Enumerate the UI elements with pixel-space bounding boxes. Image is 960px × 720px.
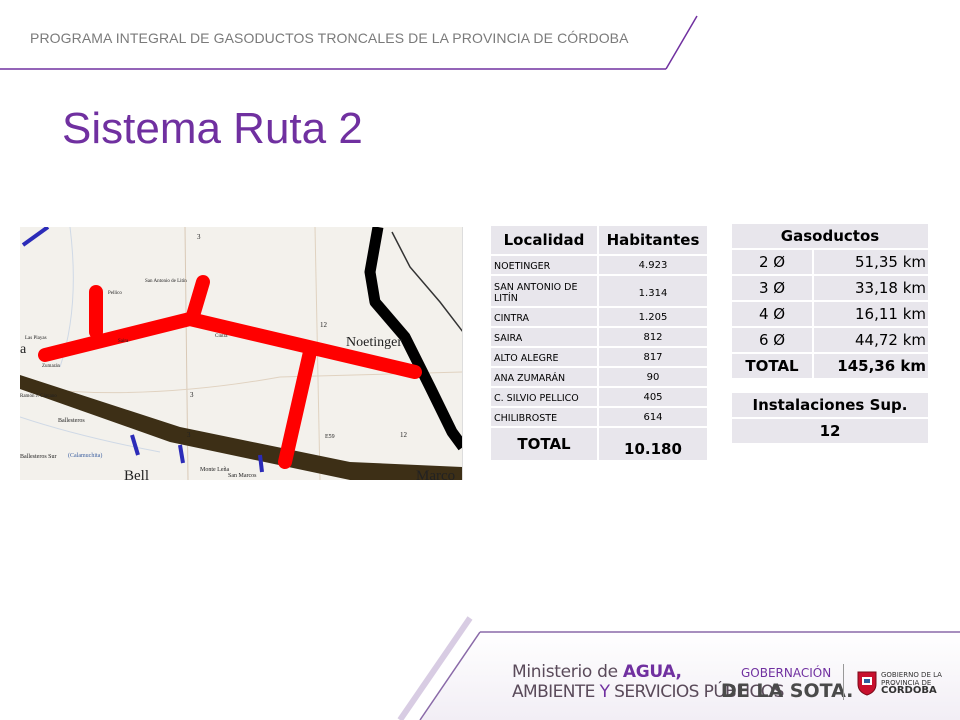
de-la-sota-label: DE LA SOTA.	[721, 680, 854, 702]
ministry-logo-line1: Ministerio de AGUA,	[512, 662, 682, 682]
cordoba-shield-icon	[857, 671, 877, 696]
cordoba-logo-text: GOBIERNO DE LA PROVINCIA DE CÓRDOBA	[881, 671, 942, 696]
footer-divider	[843, 664, 844, 700]
gobernacion-label: GOBERNACIÓN	[741, 666, 832, 680]
footer-frame	[397, 616, 960, 720]
